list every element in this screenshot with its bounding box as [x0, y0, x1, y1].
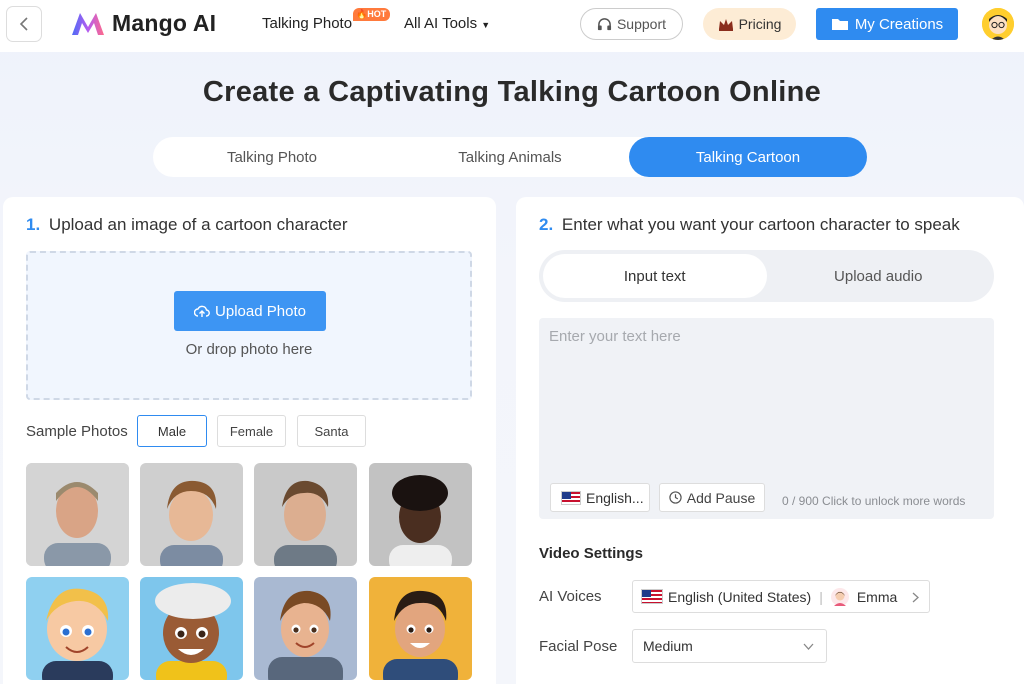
back-button[interactable]: [6, 6, 42, 42]
voice-language: English (United States): [668, 588, 812, 605]
support-button[interactable]: Support: [580, 8, 683, 40]
step1-title-text: Upload an image of a cartoon character: [48, 215, 348, 234]
sample-photo-7[interactable]: [254, 577, 357, 680]
crown-icon: [718, 18, 733, 31]
counter-value: 0 / 900: [782, 494, 819, 508]
emma-avatar-icon: [830, 587, 849, 606]
sample-cartoon-4: [369, 577, 472, 680]
tab-upload-audio[interactable]: Upload audio: [767, 254, 991, 298]
mango-logo-icon: [72, 13, 104, 35]
facial-pose-value: Medium: [643, 638, 693, 654]
sample-portrait-2: [140, 463, 243, 566]
page-title: Create a Captivating Talking Cartoon Onl…: [202, 76, 822, 108]
sample-photo-1[interactable]: [26, 463, 129, 566]
cloud-upload-icon: [194, 305, 210, 317]
avatar-icon: [982, 8, 1014, 40]
unlock-more-words-link[interactable]: Click to unlock more words: [822, 494, 965, 508]
sample-photo-8[interactable]: [369, 577, 472, 680]
facial-pose-label: Facial Pose: [539, 638, 618, 655]
support-label: Support: [616, 16, 667, 32]
chip-male[interactable]: Male: [137, 415, 207, 447]
top-header: Mango AI Talking Photo 🔥HOT All AI Tools…: [0, 0, 1024, 52]
video-settings-title: Video Settings: [539, 545, 643, 562]
mango-ai-logo[interactable]: Mango AI: [70, 9, 216, 37]
speech-text-input[interactable]: [549, 328, 984, 478]
sample-photo-4[interactable]: [369, 463, 472, 566]
ai-voices-label: AI Voices: [539, 588, 602, 605]
sample-cartoon-2: [140, 577, 243, 680]
us-flag-icon: [561, 490, 581, 505]
my-creations-label: My Creations: [854, 15, 944, 33]
nav-all-ai-tools[interactable]: All AI Tools ▼: [404, 15, 490, 32]
sample-photo-5[interactable]: [26, 577, 129, 680]
voice-divider: |: [819, 588, 823, 605]
step2-number: 2.: [539, 215, 554, 234]
step2-title-text: Enter what you want your cartoon charact…: [561, 215, 960, 234]
tab-talking-cartoon[interactable]: Talking Cartoon: [629, 137, 867, 177]
upload-photo-label: Upload Photo: [215, 302, 306, 320]
headset-icon: [597, 17, 612, 30]
step2-title: 2. Enter what you want your cartoon char…: [539, 215, 960, 235]
sample-cartoon-1: [26, 577, 129, 680]
facial-pose-select[interactable]: Medium: [632, 629, 827, 663]
feature-tab-bar: Talking Photo Talking Animals Talking Ca…: [153, 137, 867, 177]
chip-santa[interactable]: Santa: [297, 415, 366, 447]
nav-all-ai-tools-label: All AI Tools: [404, 15, 478, 32]
drop-hint: Or drop photo here: [185, 341, 313, 358]
pricing-button[interactable]: Pricing: [703, 8, 796, 40]
voice-name: Emma: [856, 588, 898, 605]
hot-badge-label: HOT: [367, 9, 387, 19]
step1-number: 1.: [26, 215, 41, 234]
tab-talking-photo[interactable]: Talking Photo: [153, 137, 391, 177]
sample-portrait-1: [26, 463, 129, 566]
us-flag-icon: [641, 589, 663, 604]
clock-icon: [669, 491, 682, 504]
hot-badge: 🔥HOT: [353, 8, 391, 21]
ai-voice-selector[interactable]: English (United States) | Emma: [632, 580, 930, 613]
nav-talking-photo[interactable]: Talking Photo: [262, 15, 352, 32]
chevron-down-icon: [803, 643, 814, 650]
chevron-right-icon: [912, 592, 919, 603]
tab-input-text[interactable]: Input text: [543, 254, 767, 298]
text-box: English... Add Pause 0 / 900 Click to un…: [539, 318, 994, 519]
input-mode-switch: Input text Upload audio: [539, 250, 994, 302]
logo-text: Mango AI: [112, 9, 217, 36]
speech-panel: 2. Enter what you want your cartoon char…: [516, 197, 1024, 684]
back-chevron-icon: [19, 17, 28, 31]
photo-dropzone[interactable]: Upload Photo Or drop photo here: [26, 251, 472, 400]
folder-icon: [831, 19, 848, 30]
upload-panel: 1. Upload an image of a cartoon characte…: [3, 197, 496, 684]
add-pause-label: Add Pause: [686, 489, 756, 506]
chip-female[interactable]: Female: [217, 415, 286, 447]
sample-photo-6[interactable]: [140, 577, 243, 680]
sample-portrait-3: [254, 463, 357, 566]
language-label: English...: [586, 489, 644, 506]
upload-photo-button[interactable]: Upload Photo: [174, 291, 326, 331]
word-counter: 0 / 900 Click to unlock more words: [782, 494, 965, 508]
sample-photo-3[interactable]: [254, 463, 357, 566]
tab-talking-animals[interactable]: Talking Animals: [391, 137, 629, 177]
pricing-label: Pricing: [738, 16, 782, 32]
sample-photo-2[interactable]: [140, 463, 243, 566]
dropdown-caret-icon: ▼: [481, 20, 491, 30]
my-creations-button[interactable]: My Creations: [816, 8, 958, 40]
sample-cartoon-3: [254, 577, 357, 680]
sample-portrait-4: [369, 463, 472, 566]
user-avatar[interactable]: [982, 8, 1014, 40]
step1-title: 1. Upload an image of a cartoon characte…: [26, 215, 348, 235]
sample-photos-label: Sample Photos: [26, 423, 128, 440]
add-pause-button[interactable]: Add Pause: [659, 483, 765, 512]
language-button[interactable]: English...: [550, 483, 650, 512]
